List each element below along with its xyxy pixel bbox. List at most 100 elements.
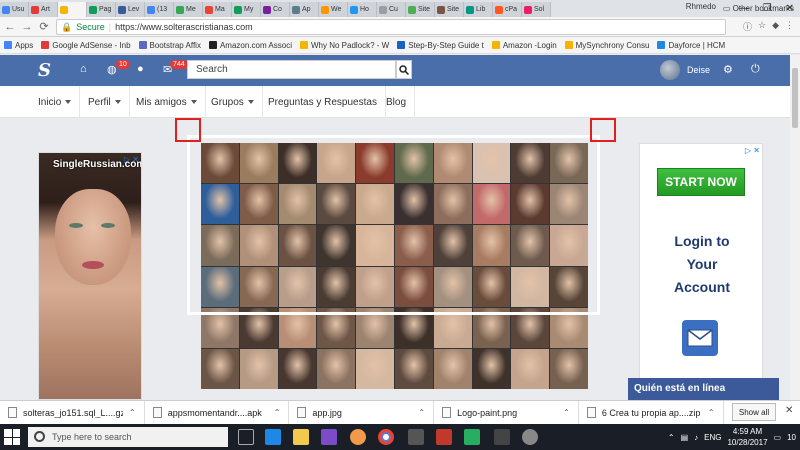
- member-photo[interactable]: [472, 348, 511, 389]
- store-icon[interactable]: [321, 429, 337, 445]
- close-downloads-icon[interactable]: ✕: [785, 405, 793, 416]
- browser-profile-name[interactable]: Rhmedo: [686, 2, 716, 11]
- browser-tab[interactable]: Cu: [377, 2, 406, 17]
- extension-icon[interactable]: ◆: [772, 20, 779, 33]
- browser-tab[interactable]: Site: [435, 2, 464, 17]
- browser-tab[interactable]: Sol: [522, 2, 551, 17]
- browser-tab[interactable]: Ho: [348, 2, 377, 17]
- browser-tab[interactable]: [58, 2, 87, 17]
- member-photo[interactable]: [394, 348, 433, 389]
- member-photo[interactable]: [201, 348, 239, 389]
- download-item[interactable]: solteras_jo151.sql_L....gz ⌃: [0, 400, 145, 425]
- bookmark-item[interactable]: Step-By-Step Guide t: [397, 41, 484, 50]
- bookmark-item[interactable]: Amazon.com Associ: [208, 41, 292, 50]
- browser-tab[interactable]: We: [319, 2, 348, 17]
- chevron-up-icon[interactable]: ⌃: [668, 433, 675, 442]
- menu-icon[interactable]: ⋮: [785, 20, 794, 33]
- chrome-icon[interactable]: [378, 429, 394, 445]
- task-view-icon[interactable]: [238, 429, 254, 445]
- browser-tab[interactable]: My: [232, 2, 261, 17]
- browser-tab[interactable]: Usu: [0, 2, 29, 17]
- input-language[interactable]: ENG: [704, 433, 721, 442]
- download-item[interactable]: app.jpg ⌃: [289, 400, 435, 425]
- browser-tab[interactable]: Pag: [87, 2, 116, 17]
- browser-tab[interactable]: Art: [29, 2, 58, 17]
- edge-icon[interactable]: [265, 429, 281, 445]
- chevron-up-icon[interactable]: ⌃: [708, 408, 715, 417]
- bookmark-item[interactable]: Google AdSense - Inb: [41, 41, 131, 50]
- member-photo[interactable]: [278, 348, 317, 389]
- browser-tab[interactable]: Ap: [290, 2, 319, 17]
- menu-item-preguntas-y-respuestas[interactable]: Preguntas y Respuestas: [260, 86, 386, 118]
- browser-tab[interactable]: Lib: [464, 2, 493, 17]
- site-logo[interactable]: S: [38, 60, 51, 81]
- scrollbar-thumb[interactable]: [792, 68, 798, 128]
- member-photo[interactable]: [356, 348, 394, 389]
- browser-tab[interactable]: Ma: [203, 2, 232, 17]
- bookmark-item[interactable]: Why No Padlock? - W: [299, 41, 389, 50]
- bookmark-item[interactable]: MySynchrony Consu: [564, 41, 649, 50]
- member-photo[interactable]: [317, 348, 356, 389]
- browser-tab[interactable]: cPa: [493, 2, 522, 17]
- avatar[interactable]: [660, 60, 680, 80]
- bookmark-item[interactable]: Amazon -Login: [491, 41, 557, 50]
- member-photo[interactable]: [239, 348, 278, 389]
- windows-start-icon[interactable]: [4, 429, 20, 445]
- menu-item-grupos[interactable]: Grupos: [203, 86, 263, 118]
- clock[interactable]: 4:59 AM 10/28/2017: [727, 426, 767, 448]
- chevron-up-icon[interactable]: ⌃: [563, 408, 570, 417]
- adchoices-icon[interactable]: ▷ ✕: [745, 146, 760, 155]
- other-bookmarks[interactable]: ▭ Other bookmarks: [723, 4, 794, 13]
- menu-item-perfil[interactable]: Perfil: [80, 86, 130, 118]
- user-icon[interactable]: ●: [137, 63, 144, 75]
- browser-tab[interactable]: (13: [145, 2, 174, 17]
- app-icon[interactable]: [350, 429, 366, 445]
- bookmark-item[interactable]: Dayforce | HCM: [657, 41, 725, 50]
- bookmark-item[interactable]: Apps: [4, 41, 33, 50]
- member-photo[interactable]: [550, 348, 588, 389]
- reload-icon[interactable]: ⟳: [37, 20, 51, 33]
- app-icon-3[interactable]: [464, 429, 480, 445]
- bookmark-item[interactable]: Bootstrap Affix: [138, 41, 201, 50]
- chevron-up-icon[interactable]: ⌃: [129, 408, 136, 417]
- ad-right[interactable]: ▷ ✕ START NOW Login to Your Account: [639, 143, 763, 400]
- menu-item-blog[interactable]: Blog: [378, 86, 416, 118]
- download-item[interactable]: Logo-paint.png ⌃: [434, 400, 579, 425]
- chevron-up-icon[interactable]: ⌃: [418, 408, 425, 417]
- info-icon[interactable]: ⓘ: [743, 20, 752, 33]
- search-button[interactable]: [396, 60, 412, 79]
- ad-left[interactable]: SingleRussian.com ▷ ✕: [38, 152, 142, 400]
- browser-tab[interactable]: Co: [261, 2, 290, 17]
- menu-item-mis-amigos[interactable]: Mis amigos: [128, 86, 206, 118]
- volume-icon[interactable]: ♪: [694, 433, 698, 442]
- show-all-button[interactable]: Show all: [732, 403, 776, 421]
- browser-tab[interactable]: Site: [406, 2, 435, 17]
- member-photo[interactable]: [511, 348, 550, 389]
- download-item[interactable]: appsmomentandr....apk ⌃: [145, 400, 290, 425]
- gear-icon[interactable]: ⚙: [723, 63, 733, 76]
- download-item[interactable]: 6 Crea tu propia ap....zip ⌃: [579, 400, 724, 425]
- start-now-button[interactable]: START NOW: [657, 168, 745, 196]
- back-icon[interactable]: ←: [3, 21, 17, 33]
- adchoices-icon[interactable]: ▷ ✕: [124, 155, 139, 164]
- star-icon[interactable]: ☆: [758, 20, 766, 33]
- browser-tab[interactable]: Lev: [116, 2, 145, 17]
- user-name[interactable]: Deise: [687, 65, 710, 75]
- who-is-online-bar[interactable]: Quién está en línea: [628, 378, 779, 400]
- app-icon-2[interactable]: [408, 429, 424, 445]
- home-icon[interactable]: ⌂: [80, 63, 87, 75]
- network-icon[interactable]: ▤: [681, 433, 689, 442]
- file-explorer-icon[interactable]: [293, 429, 309, 445]
- app-icon-4[interactable]: [494, 429, 510, 445]
- envelope-icon[interactable]: [682, 320, 718, 356]
- power-icon[interactable]: ⏻: [751, 63, 760, 76]
- forward-icon[interactable]: →: [20, 21, 34, 33]
- member-photo[interactable]: [433, 348, 472, 389]
- menu-item-inicio[interactable]: Inicio: [30, 86, 81, 118]
- app-icon-5[interactable]: [522, 429, 538, 445]
- action-center-icon[interactable]: ▭: [774, 433, 782, 442]
- site-search-input[interactable]: Search: [187, 60, 396, 79]
- chevron-up-icon[interactable]: ⌃: [274, 408, 281, 417]
- url-field[interactable]: 🔒 Secure | https://www.solterascristiana…: [56, 19, 726, 35]
- filezilla-icon[interactable]: [436, 429, 452, 445]
